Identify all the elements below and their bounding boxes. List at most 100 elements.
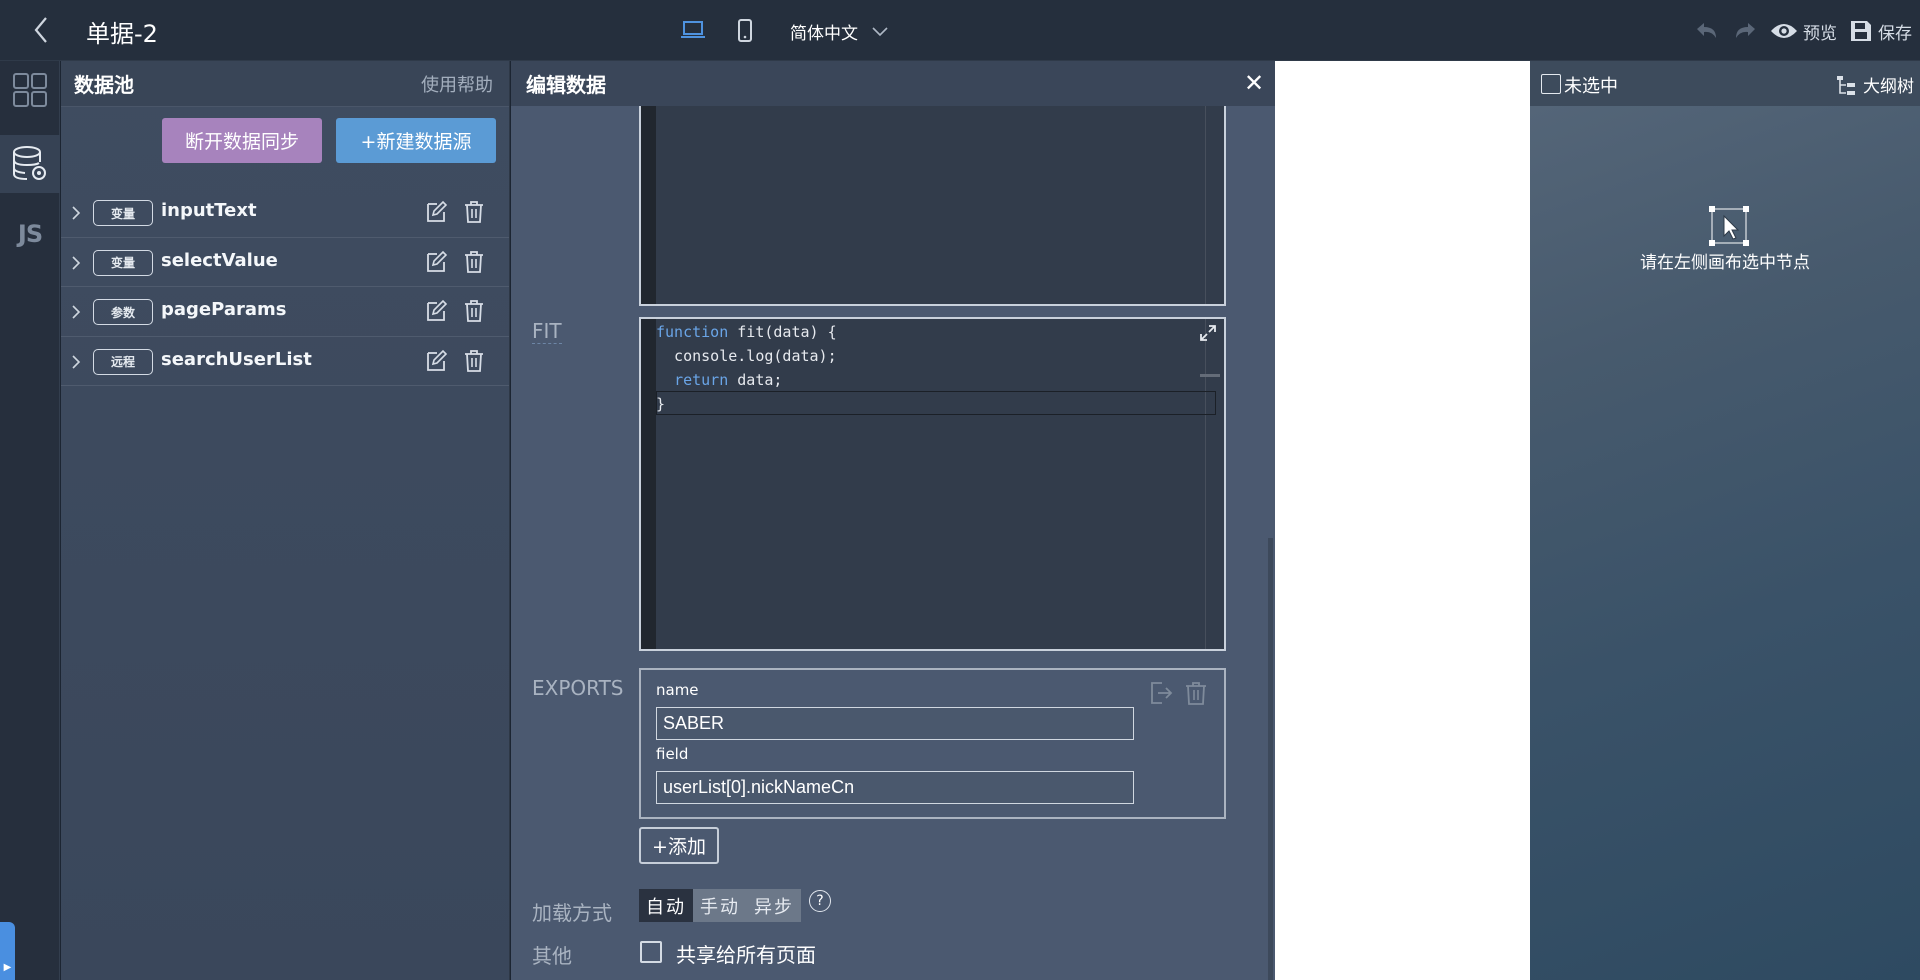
datasource-row[interactable]: 参数 pageParams: [61, 287, 509, 337]
laptop-icon[interactable]: [680, 18, 706, 42]
datasource-name: selectValue: [161, 249, 278, 271]
load-mode-auto[interactable]: 自动: [639, 889, 693, 922]
data-pool-title: 数据池: [74, 73, 134, 97]
rail-js[interactable]: JS: [0, 205, 60, 263]
undo-icon: [1697, 23, 1716, 38]
datasource-name: pageParams: [161, 299, 287, 320]
edit-icon[interactable]: [424, 250, 448, 274]
js-icon: JS: [17, 220, 43, 248]
other-label: 其他: [532, 944, 572, 968]
editor-scrollbar[interactable]: [1268, 538, 1273, 980]
question-circle-icon[interactable]: ?: [809, 890, 831, 912]
code-keyword: return: [674, 371, 729, 389]
load-mode-label: 加载方式: [532, 901, 612, 925]
share-all-pages-checkbox[interactable]: [640, 941, 662, 963]
disconnect-sync-button[interactable]: 断开数据同步: [162, 118, 322, 163]
share-all-pages-label: 共享给所有页面: [676, 943, 816, 967]
rail-components[interactable]: [0, 61, 60, 119]
data-pool-actions: 断开数据同步 +新建数据源: [61, 107, 509, 167]
properties-panel: 未选中 大纲树 请在左侧画布选中节点: [1530, 61, 1920, 980]
code-line: function fit(data) {: [656, 323, 837, 341]
trash-icon[interactable]: [462, 250, 486, 274]
export-link-icon[interactable]: [1148, 680, 1174, 706]
language-select[interactable]: 简体中文: [790, 17, 888, 45]
new-datasource-button[interactable]: +新建数据源: [336, 118, 496, 163]
selection-label: 未选中: [1564, 76, 1618, 97]
caret-right-icon: ▶: [3, 961, 12, 973]
datasource-name: inputText: [161, 200, 257, 221]
code-line: console.log(data);: [656, 347, 837, 365]
top-bar: 单据-2 简体中文 预览 保存: [0, 0, 1920, 61]
add-export-button[interactable]: +添加: [639, 827, 719, 864]
floppy-disk-icon: [1851, 21, 1871, 41]
export-name-label: name: [656, 681, 699, 699]
eye-icon: [1771, 24, 1797, 38]
load-mode-async[interactable]: 异步: [747, 889, 801, 922]
datasource-row[interactable]: 变量 inputText: [61, 188, 509, 238]
code-gutter: [641, 319, 656, 649]
datasource-list: 变量 inputText 变量 selectValue 参数 pageParam…: [61, 188, 509, 386]
datasource-type-badge: 变量: [93, 249, 153, 276]
outline-tree-button[interactable]: 大纲树: [1835, 72, 1914, 97]
save-label: 保存: [1878, 23, 1912, 44]
chevron-right-icon[interactable]: [68, 203, 84, 223]
chevron-down-icon: [872, 27, 888, 37]
load-mode-manual[interactable]: 手动: [693, 889, 747, 922]
fit-label: FIT: [532, 319, 562, 344]
active-line-highlight: [656, 391, 1216, 415]
exports-label: EXPORTS: [532, 676, 624, 700]
save-button[interactable]: 保存: [1849, 19, 1912, 44]
fit-code-editor[interactable]: function fit(data) { console.log(data); …: [639, 317, 1226, 651]
export-name-input[interactable]: [656, 707, 1134, 740]
close-icon[interactable]: ✕: [1241, 71, 1267, 97]
help-link[interactable]: 使用帮助: [421, 71, 493, 97]
datasource-name: searchUserList: [161, 348, 312, 370]
toolbar-right: 预览 保存: [1694, 14, 1912, 48]
mobile-phone-icon[interactable]: [734, 18, 756, 44]
datasource-row[interactable]: 变量 selectValue: [61, 238, 509, 287]
design-canvas[interactable]: [1275, 61, 1530, 980]
edit-icon[interactable]: [424, 349, 448, 373]
undo-button[interactable]: [1694, 20, 1720, 42]
fullscreen-icon[interactable]: [1198, 323, 1218, 343]
trash-icon[interactable]: [462, 349, 486, 373]
properties-header: 未选中 大纲树: [1530, 61, 1920, 106]
trash-icon[interactable]: [462, 299, 486, 323]
edit-data-panel: 编辑数据 ✕ FIT function fit(data) { console.…: [511, 61, 1275, 980]
language-select-value: 简体中文: [790, 23, 858, 44]
expand-handle[interactable]: ▶: [0, 922, 15, 980]
edit-icon[interactable]: [424, 299, 448, 323]
datasource-row[interactable]: 远程 searchUserList: [61, 337, 509, 386]
edit-data-title: 编辑数据: [526, 73, 606, 97]
export-field-input[interactable]: [656, 771, 1134, 804]
export-item: name field: [639, 668, 1226, 819]
trash-icon[interactable]: [1183, 680, 1209, 706]
redo-button[interactable]: [1732, 20, 1758, 42]
rail-data-pool[interactable]: [0, 135, 60, 193]
trash-icon[interactable]: [462, 200, 486, 224]
code-scroll-thumb[interactable]: [1200, 374, 1220, 377]
chevron-right-icon[interactable]: [68, 352, 84, 372]
selection-checkbox[interactable]: [1541, 74, 1561, 94]
select-cursor-icon: [1709, 206, 1749, 246]
datasource-type-badge: 参数: [93, 299, 153, 325]
back-arrow-icon[interactable]: [28, 14, 56, 46]
edit-icon[interactable]: [424, 200, 448, 224]
chevron-right-icon[interactable]: [68, 253, 84, 273]
empty-selection-hint: 请在左侧画布选中节点: [1640, 253, 1810, 273]
data-pool-header: 数据池 使用帮助: [61, 61, 509, 107]
edit-data-header: 编辑数据 ✕: [511, 61, 1275, 106]
component-grid-icon: [13, 73, 47, 107]
database-settings-icon: [13, 146, 46, 180]
load-mode-segmented: 自动 手动 异步: [639, 889, 801, 922]
code-minimap-divider: [1205, 319, 1206, 649]
export-field-label: field: [656, 745, 689, 763]
preview-button[interactable]: 预览: [1770, 19, 1837, 44]
left-icon-rail: JS ▶: [0, 61, 60, 980]
document-title: 单据-2: [86, 20, 158, 48]
code-line: return data;: [674, 371, 783, 389]
tree-icon: [1837, 75, 1855, 95]
datasource-type-badge: 变量: [93, 200, 153, 226]
chevron-right-icon[interactable]: [68, 302, 84, 322]
datasource-type-badge: 远程: [93, 348, 153, 375]
